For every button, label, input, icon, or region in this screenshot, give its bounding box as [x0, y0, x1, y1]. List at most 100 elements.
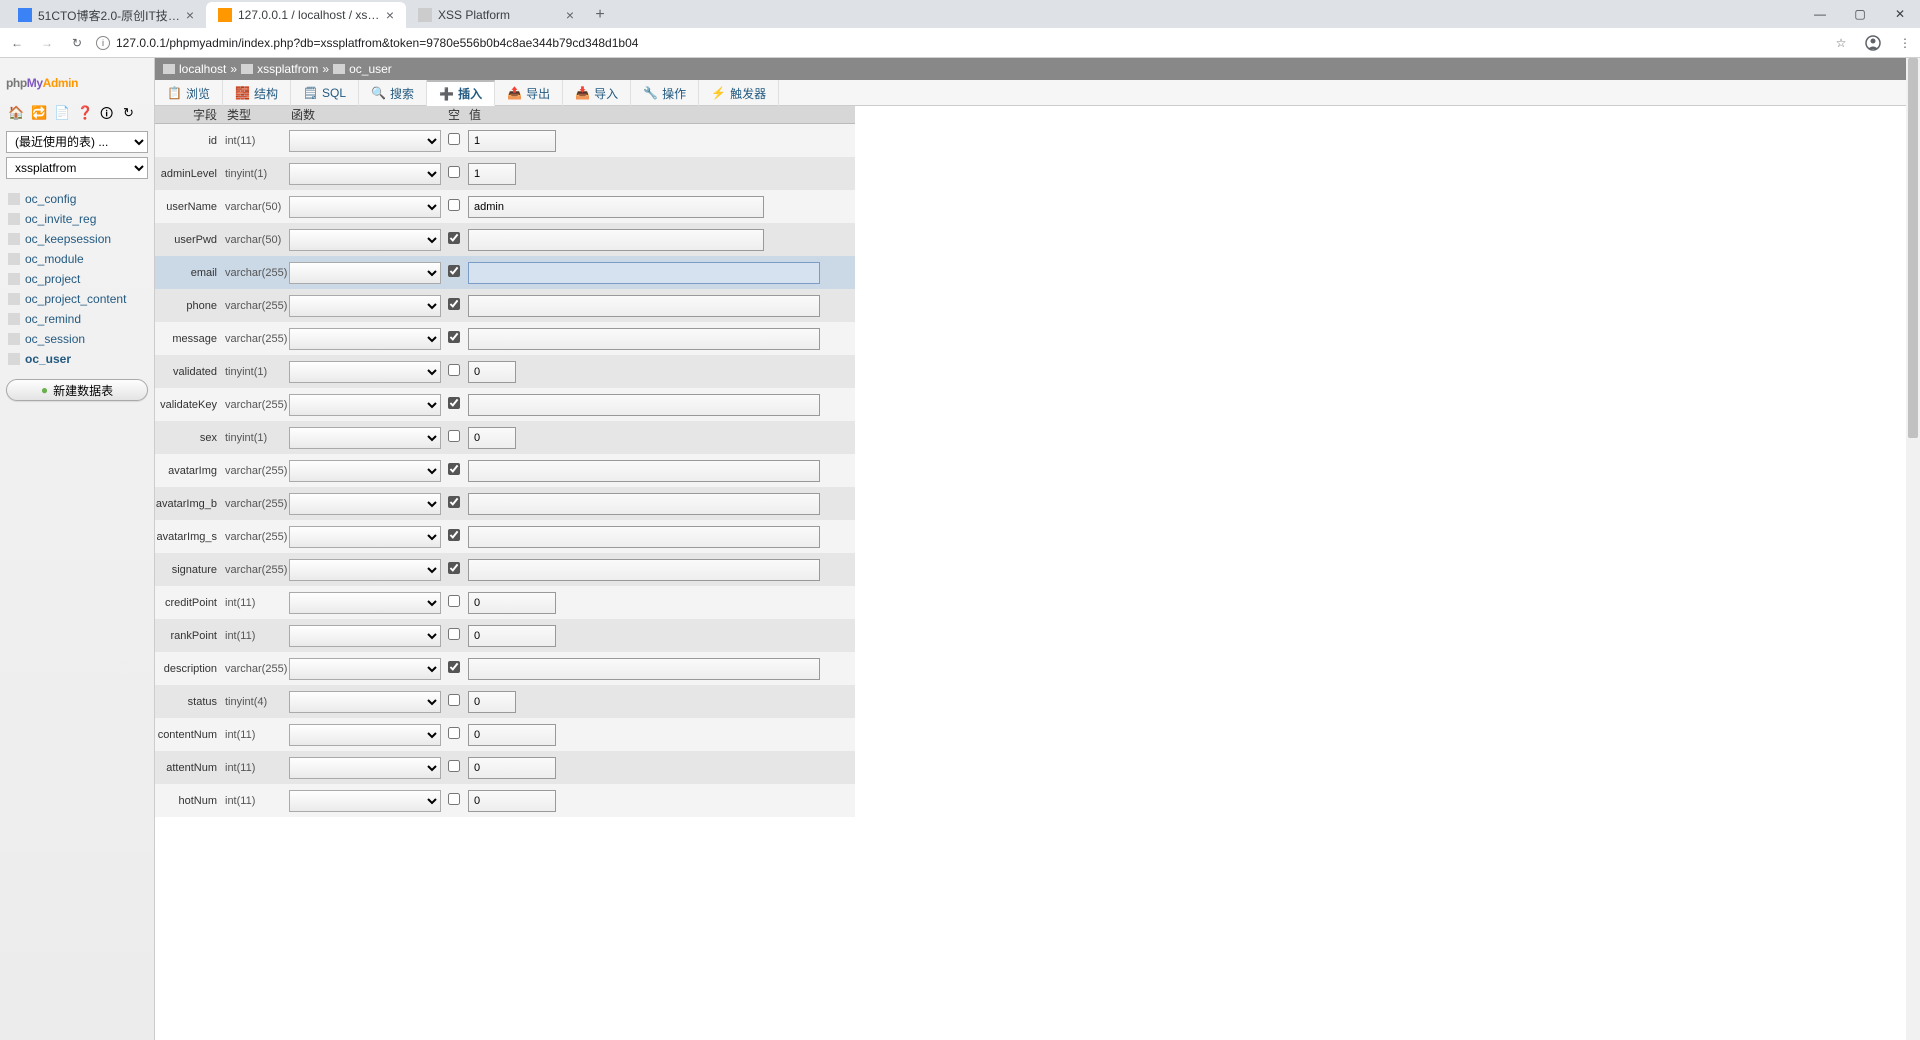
new-table-button[interactable]: ● 新建数据表	[6, 379, 148, 401]
sidebar-table-link[interactable]: oc_user	[6, 349, 148, 369]
tab-结构[interactable]: 🧱结构	[223, 80, 291, 106]
back-button[interactable]: ←	[6, 32, 28, 54]
null-checkbox[interactable]	[448, 628, 460, 640]
value-input[interactable]	[468, 691, 516, 713]
value-input[interactable]	[468, 460, 820, 482]
value-input[interactable]	[468, 658, 820, 680]
function-select[interactable]	[289, 196, 441, 218]
function-select[interactable]	[289, 559, 441, 581]
value-input[interactable]	[468, 790, 556, 812]
function-select[interactable]	[289, 394, 441, 416]
null-checkbox[interactable]	[448, 133, 460, 145]
tab-操作[interactable]: 🔧操作	[631, 80, 699, 106]
help-icon[interactable]: 🛈	[100, 105, 116, 121]
tab-导出[interactable]: 📤导出	[495, 80, 563, 106]
function-select[interactable]	[289, 460, 441, 482]
value-input[interactable]	[468, 229, 764, 251]
value-input[interactable]	[468, 262, 820, 284]
docs-icon[interactable]: ❓	[77, 105, 93, 121]
sidebar-table-link[interactable]: oc_module	[6, 249, 148, 269]
recent-tables-select[interactable]: (最近使用的表) ...	[6, 131, 148, 153]
scrollbar-thumb[interactable]	[1908, 58, 1918, 438]
null-checkbox[interactable]	[448, 463, 460, 475]
null-checkbox[interactable]	[448, 166, 460, 178]
sidebar-table-link[interactable]: oc_session	[6, 329, 148, 349]
null-checkbox[interactable]	[448, 397, 460, 409]
forward-button[interactable]: →	[36, 32, 58, 54]
function-select[interactable]	[289, 724, 441, 746]
function-select[interactable]	[289, 592, 441, 614]
null-checkbox[interactable]	[448, 364, 460, 376]
function-select[interactable]	[289, 427, 441, 449]
breadcrumb-host[interactable]: localhost	[179, 62, 226, 76]
close-icon[interactable]: ×	[186, 7, 194, 23]
null-checkbox[interactable]	[448, 430, 460, 442]
null-checkbox[interactable]	[448, 199, 460, 211]
sidebar-table-link[interactable]: oc_project	[6, 269, 148, 289]
value-input[interactable]	[468, 361, 516, 383]
value-input[interactable]	[468, 130, 556, 152]
value-input[interactable]	[468, 559, 820, 581]
null-checkbox[interactable]	[448, 793, 460, 805]
null-checkbox[interactable]	[448, 694, 460, 706]
browser-tab[interactable]: XSS Platform ×	[406, 2, 586, 28]
null-checkbox[interactable]	[448, 298, 460, 310]
breadcrumb-db[interactable]: xssplatfrom	[257, 62, 318, 76]
function-select[interactable]	[289, 262, 441, 284]
function-select[interactable]	[289, 163, 441, 185]
value-input[interactable]	[468, 427, 516, 449]
scrollbar[interactable]	[1906, 58, 1920, 1040]
value-input[interactable]	[468, 295, 820, 317]
new-tab-button[interactable]: +	[586, 2, 614, 28]
value-input[interactable]	[468, 724, 556, 746]
null-checkbox[interactable]	[448, 562, 460, 574]
function-select[interactable]	[289, 361, 441, 383]
function-select[interactable]	[289, 229, 441, 251]
close-icon[interactable]: ×	[386, 7, 394, 23]
tab-导入[interactable]: 📥导入	[563, 80, 631, 106]
minimize-button[interactable]: —	[1800, 0, 1840, 28]
home-icon[interactable]: 🏠	[8, 105, 24, 121]
function-select[interactable]	[289, 493, 441, 515]
bookmark-icon[interactable]: ☆	[1832, 34, 1850, 52]
tab-SQL[interactable]: 🗒SQL	[291, 80, 359, 106]
database-select[interactable]: xssplatfrom	[6, 157, 148, 179]
sidebar-table-link[interactable]: oc_project_content	[6, 289, 148, 309]
value-input[interactable]	[468, 163, 516, 185]
value-input[interactable]	[468, 625, 556, 647]
null-checkbox[interactable]	[448, 529, 460, 541]
null-checkbox[interactable]	[448, 331, 460, 343]
menu-icon[interactable]: ⋮	[1896, 34, 1914, 52]
logout-icon[interactable]: 🔁	[31, 105, 47, 121]
value-input[interactable]	[468, 526, 820, 548]
sidebar-table-link[interactable]: oc_remind	[6, 309, 148, 329]
value-input[interactable]	[468, 328, 820, 350]
function-select[interactable]	[289, 295, 441, 317]
function-select[interactable]	[289, 625, 441, 647]
null-checkbox[interactable]	[448, 265, 460, 277]
tab-浏览[interactable]: 📋浏览	[155, 80, 223, 106]
reload-nav-icon[interactable]: ↻	[123, 105, 139, 121]
function-select[interactable]	[289, 658, 441, 680]
function-select[interactable]	[289, 526, 441, 548]
null-checkbox[interactable]	[448, 496, 460, 508]
sidebar-table-link[interactable]: oc_invite_reg	[6, 209, 148, 229]
null-checkbox[interactable]	[448, 760, 460, 772]
maximize-button[interactable]: ▢	[1840, 0, 1880, 28]
value-input[interactable]	[468, 757, 556, 779]
function-select[interactable]	[289, 328, 441, 350]
value-input[interactable]	[468, 493, 820, 515]
tab-触发器[interactable]: ⚡触发器	[699, 80, 779, 106]
function-select[interactable]	[289, 757, 441, 779]
sidebar-table-link[interactable]: oc_keepsession	[6, 229, 148, 249]
close-icon[interactable]: ×	[566, 7, 574, 23]
reload-button[interactable]: ↻	[66, 32, 88, 54]
breadcrumb-table[interactable]: oc_user	[349, 62, 392, 76]
null-checkbox[interactable]	[448, 661, 460, 673]
null-checkbox[interactable]	[448, 595, 460, 607]
value-input[interactable]	[468, 592, 556, 614]
function-select[interactable]	[289, 691, 441, 713]
tab-搜索[interactable]: 🔍搜索	[359, 80, 427, 106]
null-checkbox[interactable]	[448, 232, 460, 244]
sidebar-table-link[interactable]: oc_config	[6, 189, 148, 209]
